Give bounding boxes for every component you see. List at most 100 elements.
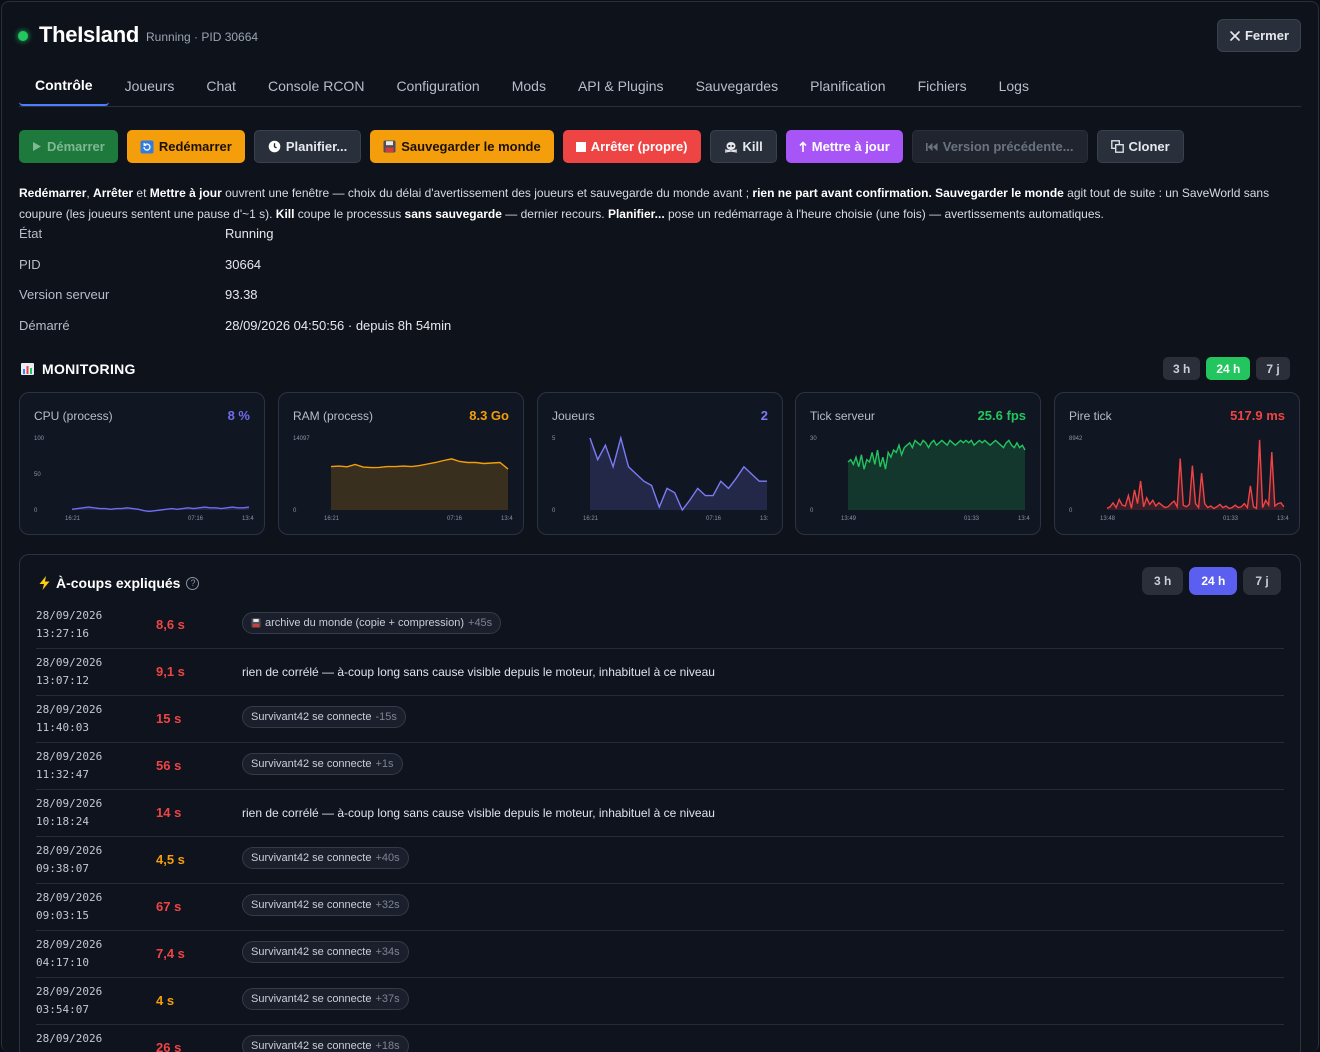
info-value: Running bbox=[225, 226, 274, 241]
tab-chat[interactable]: Chat bbox=[190, 66, 252, 106]
jolt-timestamp: 28/09/2026 04:17:10 bbox=[36, 936, 102, 972]
close-label: Fermer bbox=[1244, 28, 1290, 43]
jolt-date: 28/09/2026 bbox=[36, 750, 103, 763]
jolt-row: 28/09/2026 13:07:12 9,1 s rien de corrélé —… bbox=[36, 649, 1284, 696]
y-tick-label: 0 bbox=[1069, 508, 1073, 514]
clone-label: Cloner bbox=[1128, 139, 1170, 154]
metric-line bbox=[1106, 439, 1285, 510]
info-value: 93.38 bbox=[225, 287, 258, 302]
tab-api-plugins[interactable]: API & Plugins bbox=[562, 66, 680, 106]
jolt-cause-chip: Survivant42 se connecte +37s bbox=[242, 988, 409, 1010]
tab-console-rcon[interactable]: Console RCON bbox=[252, 66, 380, 106]
x-tick-label: 07:16 bbox=[706, 516, 722, 522]
metric-area bbox=[848, 440, 1025, 510]
restart-icon bbox=[140, 140, 154, 154]
jolt-cause-chip: Survivant42 se connecte +40s bbox=[242, 847, 409, 869]
jolt-cause: Survivant42 se connecte bbox=[251, 711, 372, 723]
tab-mods[interactable]: Mods bbox=[496, 66, 562, 106]
arrow-up-icon bbox=[799, 140, 807, 153]
stop-button[interactable]: Arrêter (propre) bbox=[562, 130, 701, 163]
tab-planification[interactable]: Planification bbox=[794, 66, 902, 106]
info-row-started: Démarré 28/09/2026 04:50:56 · depuis 8h … bbox=[19, 318, 619, 338]
kill-button[interactable]: Kill bbox=[709, 130, 777, 163]
close-button[interactable]: Fermer bbox=[1217, 19, 1301, 52]
rollback-label: Version précédente... bbox=[942, 139, 1074, 154]
jolts-range-7j[interactable]: 7 j bbox=[1243, 567, 1281, 595]
actions-help-text: Redémarrer, Arrêter et Mettre à jour ouv… bbox=[19, 186, 1270, 221]
jolt-cause: Survivant42 se connecte bbox=[251, 758, 372, 770]
info-label: PID bbox=[19, 257, 41, 272]
metric-card-tick: Tick serveur 25.6 fps 30 0 13:49 01:33 13:4 bbox=[795, 392, 1041, 535]
metric-card-players: Joueurs 2 5 0 16:21 07:16 13: bbox=[537, 392, 783, 535]
jolt-timestamp: 28/09/2026 10:18:24 bbox=[36, 795, 102, 831]
jolt-offset: +45s bbox=[468, 617, 493, 629]
jolt-time: 13:27:16 bbox=[36, 627, 89, 640]
tab-sauvegardes[interactable]: Sauvegardes bbox=[680, 66, 795, 106]
jolt-row: 28/09/2026 26 s Survivant42 se connecte +18… bbox=[36, 1025, 1284, 1052]
jolt-offset: +37s bbox=[375, 993, 400, 1005]
x-tick-label: 13:4 bbox=[501, 516, 513, 522]
jolt-timestamp: 28/09/2026 03:54:07 bbox=[36, 983, 102, 1019]
metric-card-ram: RAM (process) 8.3 Go 14097 0 16:21 07:16 13:4 bbox=[278, 392, 524, 535]
metric-area bbox=[590, 438, 767, 510]
save-world-label: Sauvegarder le monde bbox=[401, 139, 541, 154]
jolt-offset: +34s bbox=[375, 946, 400, 958]
info-label: Démarré bbox=[19, 318, 70, 333]
schedule-button[interactable]: Planifier... bbox=[253, 130, 362, 163]
jolt-timestamp: 28/09/2026 13:07:12 bbox=[36, 654, 102, 690]
help-icon[interactable]: ? bbox=[186, 576, 200, 590]
metric-sparkline-chart: 100 50 0 16:21 07:16 13:4 bbox=[34, 436, 254, 522]
monitoring-range-3h[interactable]: 3 h bbox=[1163, 357, 1201, 380]
jolts-range-24h[interactable]: 24 h bbox=[1189, 567, 1238, 595]
jolt-date: 28/09/2026 bbox=[36, 703, 103, 716]
rollback-button[interactable]: Version précédente... bbox=[911, 130, 1088, 163]
monitoring-range-7j[interactable]: 7 j bbox=[1256, 357, 1290, 380]
x-tick-label: 16:21 bbox=[324, 516, 340, 522]
tab-joueurs[interactable]: Joueurs bbox=[109, 66, 191, 106]
jolt-date: 28/09/2026 bbox=[36, 891, 103, 904]
y-tick-label: 0 bbox=[293, 508, 297, 514]
jolt-duration: 4 s bbox=[156, 993, 175, 1008]
floppy-disk-icon bbox=[383, 140, 396, 153]
jolt-time: 09:38:07 bbox=[36, 862, 89, 875]
clone-button[interactable]: Cloner bbox=[1096, 130, 1184, 163]
jolt-cause-chip: Survivant42 se connecte +32s bbox=[242, 894, 409, 916]
x-tick-label: 13:4 bbox=[1018, 516, 1030, 522]
floppy-disk-icon bbox=[251, 618, 261, 628]
y-tick-label: 0 bbox=[810, 508, 814, 514]
jolt-duration: 8,6 s bbox=[156, 617, 185, 632]
restart-button[interactable]: Redémarrer bbox=[126, 130, 245, 163]
schedule-label: Planifier... bbox=[285, 139, 348, 154]
tab-logs[interactable]: Logs bbox=[983, 66, 1045, 106]
jolt-cause: archive du monde (copie + compression) bbox=[265, 617, 465, 629]
tab-fichiers[interactable]: Fichiers bbox=[902, 66, 983, 106]
update-button[interactable]: Mettre à jour bbox=[785, 130, 903, 163]
x-tick-label: 13:48 bbox=[1100, 516, 1116, 522]
tab-controle[interactable]: Contrôle bbox=[19, 66, 109, 106]
y-tick-label: 100 bbox=[34, 436, 45, 442]
start-button[interactable]: Démarrer bbox=[19, 130, 118, 163]
jolt-cause: Survivant42 se connecte bbox=[251, 1040, 372, 1052]
monitoring-title-label: MONITORING bbox=[42, 361, 136, 377]
play-icon bbox=[32, 141, 42, 152]
monitoring-range-24h[interactable]: 24 h bbox=[1206, 357, 1251, 380]
save-world-button[interactable]: Sauvegarder le monde bbox=[370, 130, 554, 163]
metric-area bbox=[331, 458, 508, 510]
tab-configuration[interactable]: Configuration bbox=[380, 66, 495, 106]
running-status-dot bbox=[18, 31, 28, 41]
clock-icon bbox=[268, 140, 281, 153]
kill-label: Kill bbox=[742, 139, 763, 154]
info-label: État bbox=[19, 226, 43, 241]
start-label: Démarrer bbox=[47, 139, 105, 154]
jolt-offset: +32s bbox=[375, 899, 400, 911]
jolt-duration: 7,4 s bbox=[156, 946, 185, 961]
jolts-title: À-coups expliqués ? bbox=[39, 575, 200, 591]
jolt-timestamp: 28/09/2026 11:40:03 bbox=[36, 701, 102, 737]
monitoring-title: MONITORING bbox=[21, 361, 136, 377]
jolts-range-3h[interactable]: 3 h bbox=[1142, 567, 1184, 595]
metric-sparkline-chart: 8942 0 13:48 01:33 13:4 bbox=[1069, 436, 1289, 522]
jolt-row: 28/09/2026 11:32:47 56 s Survivant42 se con… bbox=[36, 743, 1284, 790]
y-tick-label: 50 bbox=[34, 472, 41, 478]
jolt-timestamp: 28/09/2026 bbox=[36, 1030, 102, 1048]
jolt-row: 28/09/2026 13:27:16 8,6 s archive du monde … bbox=[36, 602, 1284, 649]
